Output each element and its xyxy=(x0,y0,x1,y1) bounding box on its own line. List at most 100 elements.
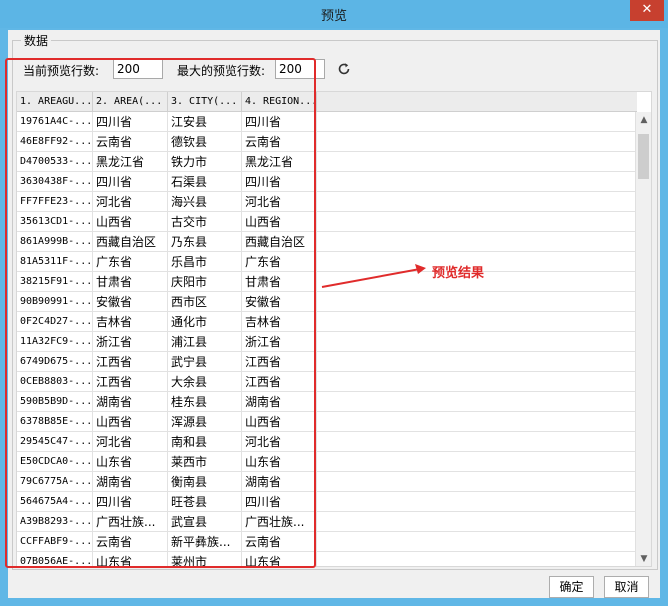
table-row[interactable]: 11A32FC9-... 浙江省 浦江县 浙江省 xyxy=(17,332,637,352)
annotation-label: 预览结果 xyxy=(432,266,485,281)
current-rows-label: 当前预览行数: xyxy=(23,64,100,78)
table-cell: 11A32FC9-... xyxy=(17,332,93,352)
cancel-button[interactable]: 取消 xyxy=(604,576,649,598)
table-row[interactable]: 35613CD1-... 山西省 古交市 山西省 xyxy=(17,212,637,232)
table-cell: 甘肃省 xyxy=(242,272,317,292)
refresh-icon xyxy=(338,63,350,75)
table-cell: 19761A4C-... xyxy=(17,112,93,132)
table-cell: 武宁县 xyxy=(168,352,242,372)
table-cell: 云南省 xyxy=(93,132,168,152)
column-header-city[interactable]: 3. CITY(... xyxy=(168,92,242,112)
table-row[interactable]: CCFFABF9-... 云南省 新平彝族... 云南省 xyxy=(17,532,637,552)
table-cell: D4700533-... xyxy=(17,152,93,172)
table-cell: 武宣县 xyxy=(168,512,242,532)
table-cell: 浙江省 xyxy=(242,332,317,352)
table-row[interactable]: 19761A4C-... 四川省 江安县 四川省 xyxy=(17,112,637,132)
table-cell: 浑源县 xyxy=(168,412,242,432)
table-cell: 莱西市 xyxy=(168,452,242,472)
table-cell: 旺苍县 xyxy=(168,492,242,512)
column-header-areaguid[interactable]: 1. AREAGU... xyxy=(17,92,93,112)
table-cell: 广东省 xyxy=(93,252,168,272)
column-header-area[interactable]: 2. AREA(... xyxy=(93,92,168,112)
table-cell: 四川省 xyxy=(93,172,168,192)
table-cell: 铁力市 xyxy=(168,152,242,172)
table-row[interactable]: 46E8FF92-... 云南省 德钦县 云南省 xyxy=(17,132,637,152)
max-rows-input[interactable]: 200 xyxy=(275,59,325,79)
table-row[interactable]: 79C6775A-... 湖南省 衡南县 湖南省 xyxy=(17,472,637,492)
table-cell: 河北省 xyxy=(93,192,168,212)
table-cell: 南和县 xyxy=(168,432,242,452)
table-cell: 山西省 xyxy=(93,212,168,232)
table-cell: 庆阳市 xyxy=(168,272,242,292)
column-header-region[interactable]: 4. REGION... xyxy=(242,92,317,112)
table-row[interactable]: 861A999B-... 西藏自治区 乃东县 西藏自治区 xyxy=(17,232,637,252)
table-cell: FF7FFE23-... xyxy=(17,192,93,212)
preview-table: 1. AREAGU... 2. AREA(... 3. CITY(... 4. … xyxy=(16,91,652,567)
table-cell: 乃东县 xyxy=(168,232,242,252)
table-row[interactable]: 0F2C4D27-... 吉林省 通化市 吉林省 xyxy=(17,312,637,332)
table-cell: 07B056AE-... xyxy=(17,552,93,566)
refresh-button[interactable] xyxy=(335,59,353,79)
table-cell: 乐昌市 xyxy=(168,252,242,272)
table-cell: 桂东县 xyxy=(168,392,242,412)
table-cell: 河北省 xyxy=(242,432,317,452)
table-cell: 广西壮族... xyxy=(242,512,317,532)
table-cell: 吉林省 xyxy=(93,312,168,332)
table-cell: 江西省 xyxy=(93,352,168,372)
table-row[interactable]: 6749D675-... 江西省 武宁县 江西省 xyxy=(17,352,637,372)
table-row[interactable]: FF7FFE23-... 河北省 海兴县 河北省 xyxy=(17,192,637,212)
table-cell: 新平彝族... xyxy=(168,532,242,552)
table-row[interactable]: 07B056AE-... 山东省 莱州市 山东省 xyxy=(17,552,637,566)
ok-button[interactable]: 确定 xyxy=(549,576,594,598)
table-cell: 90B90991-... xyxy=(17,292,93,312)
table-cell: 甘肃省 xyxy=(93,272,168,292)
table-cell: E50CDCA0-... xyxy=(17,452,93,472)
table-cell: 38215F91-... xyxy=(17,272,93,292)
table-cell: 山东省 xyxy=(93,552,168,566)
table-row[interactable]: 38215F91-... 甘肃省 庆阳市 甘肃省 xyxy=(17,272,637,292)
close-button[interactable]: ✕ xyxy=(630,0,664,21)
current-rows-input[interactable]: 200 xyxy=(113,59,163,79)
table-cell: 湖南省 xyxy=(242,472,317,492)
table-cell: 古交市 xyxy=(168,212,242,232)
table-cell: 石渠县 xyxy=(168,172,242,192)
table-cell: 河北省 xyxy=(93,432,168,452)
table-cell: 6378B85E-... xyxy=(17,412,93,432)
table-cell: 江西省 xyxy=(242,372,317,392)
scroll-thumb[interactable] xyxy=(638,134,649,179)
table-row[interactable]: 3630438F-... 四川省 石渠县 四川省 xyxy=(17,172,637,192)
table-cell: 通化市 xyxy=(168,312,242,332)
table-cell: 海兴县 xyxy=(168,192,242,212)
dialog-body: 数据 当前预览行数: 200 最大的预览行数: 200 1. AREAGU...… xyxy=(8,30,660,598)
scroll-up-icon[interactable]: ▲ xyxy=(636,112,651,128)
table-cell: 3630438F-... xyxy=(17,172,93,192)
table-cell: 四川省 xyxy=(242,112,317,132)
table-row[interactable]: 0CEB8803-... 江西省 大余县 江西省 xyxy=(17,372,637,392)
table-row[interactable]: A39B8293-... 广西壮族... 武宣县 广西壮族... xyxy=(17,512,637,532)
table-cell: 湖南省 xyxy=(93,392,168,412)
table-cell: 安徽省 xyxy=(242,292,317,312)
scroll-down-icon[interactable]: ▼ xyxy=(636,551,651,566)
table-cell: 云南省 xyxy=(242,532,317,552)
table-cell: 6749D675-... xyxy=(17,352,93,372)
table-cell: 西藏自治区 xyxy=(93,232,168,252)
table-row[interactable]: 564675A4-... 四川省 旺苍县 四川省 xyxy=(17,492,637,512)
table-row[interactable]: 81A5311F-... 广东省 乐昌市 广东省 xyxy=(17,252,637,272)
group-legend: 数据 xyxy=(21,32,52,49)
table-cell: 山西省 xyxy=(93,412,168,432)
table-cell: 浦江县 xyxy=(168,332,242,352)
preview-dialog: 预览 ✕ 数据 当前预览行数: 200 最大的预览行数: 200 1. AREA… xyxy=(0,0,668,606)
table-cell: 81A5311F-... xyxy=(17,252,93,272)
table-row[interactable]: D4700533-... 黑龙江省 铁力市 黑龙江省 xyxy=(17,152,637,172)
table-cell: 江西省 xyxy=(242,352,317,372)
vertical-scrollbar[interactable]: ▲ ▼ xyxy=(635,112,651,566)
table-row[interactable]: E50CDCA0-... 山东省 莱西市 山东省 xyxy=(17,452,637,472)
table-row[interactable]: 590B5B9D-... 湖南省 桂东县 湖南省 xyxy=(17,392,637,412)
table-cell: A39B8293-... xyxy=(17,512,93,532)
max-rows-label: 最大的预览行数: xyxy=(177,64,266,78)
table-cell: 四川省 xyxy=(242,492,317,512)
table-row[interactable]: 6378B85E-... 山西省 浑源县 山西省 xyxy=(17,412,637,432)
table-row[interactable]: 90B90991-... 安徽省 西市区 安徽省 xyxy=(17,292,637,312)
table-row[interactable]: 29545C47-... 河北省 南和县 河北省 xyxy=(17,432,637,452)
table-cell: 德钦县 xyxy=(168,132,242,152)
